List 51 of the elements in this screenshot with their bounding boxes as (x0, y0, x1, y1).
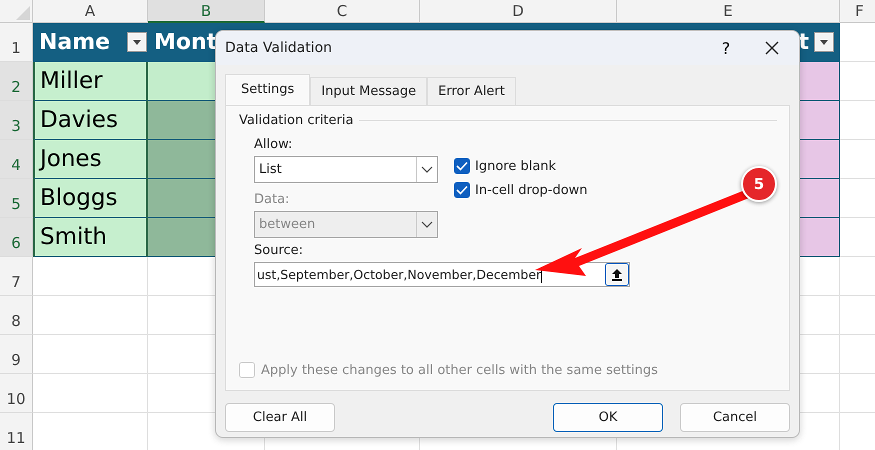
field-label: Source: (254, 243, 304, 258)
row-header[interactable]: 5 (0, 179, 33, 218)
row-header[interactable]: 4 (0, 140, 33, 179)
field-label: Data: (254, 192, 290, 207)
column-header[interactable]: D (420, 0, 617, 23)
dropdown[interactable]: List (254, 156, 438, 183)
header-text: Name (39, 30, 110, 54)
column-header[interactable]: A (33, 0, 148, 23)
column-header[interactable]: C (265, 0, 420, 23)
caret-icon (133, 40, 141, 44)
chevron-icon (421, 220, 433, 228)
close-icon (765, 41, 779, 55)
chevron-icon (421, 166, 433, 174)
filter-button[interactable] (127, 32, 147, 52)
column-header[interactable]: F (840, 0, 875, 23)
tab[interactable]: Input Message (310, 77, 428, 105)
dialog-title: Data Validation (225, 40, 334, 56)
dialog-button[interactable]: Cancel (680, 403, 790, 432)
filter-button[interactable] (814, 32, 834, 52)
checkbox-label: Ignore blank (475, 158, 556, 174)
upload-icon (611, 268, 623, 281)
row-header[interactable]: 2 (0, 62, 33, 101)
help-button[interactable]: ? (703, 31, 749, 65)
dialog-button[interactable]: OK (553, 403, 663, 432)
row-header[interactable]: 7 (0, 257, 33, 296)
table-cell: Jones (33, 140, 148, 179)
section-title: Validation criteria (239, 113, 354, 128)
row-header[interactable]: 6 (0, 218, 33, 257)
row-header[interactable]: 8 (0, 296, 33, 335)
column-header[interactable]: E (617, 0, 840, 23)
checkbox[interactable] (454, 158, 470, 174)
row-header[interactable]: 1 (0, 23, 33, 62)
row-header[interactable]: 9 (0, 335, 33, 374)
checkbox[interactable] (454, 182, 470, 198)
column-header[interactable]: B (148, 0, 265, 23)
table-cell: Davies (33, 101, 148, 140)
tab[interactable]: Error Alert (427, 77, 516, 105)
dialog-button[interactable]: Clear All (225, 403, 335, 432)
caret-icon (820, 40, 828, 44)
checkbox-label: Apply these changes to all other cells with the same settings (261, 362, 658, 378)
row-header[interactable]: 3 (0, 101, 33, 140)
collapse-button[interactable] (605, 263, 629, 286)
table-cell: Bloggs (33, 179, 148, 218)
field-label: Allow: (254, 137, 294, 152)
table-cell: Miller (33, 62, 148, 101)
table-cell: Smith (33, 218, 148, 257)
tab[interactable]: Settings (225, 74, 310, 105)
row-header[interactable]: 10 (0, 374, 33, 413)
source-field[interactable]: ust,September,October,November,December (254, 262, 630, 287)
row-header[interactable]: 11 (0, 413, 33, 450)
checkbox-label: In-cell drop-down (475, 182, 588, 198)
